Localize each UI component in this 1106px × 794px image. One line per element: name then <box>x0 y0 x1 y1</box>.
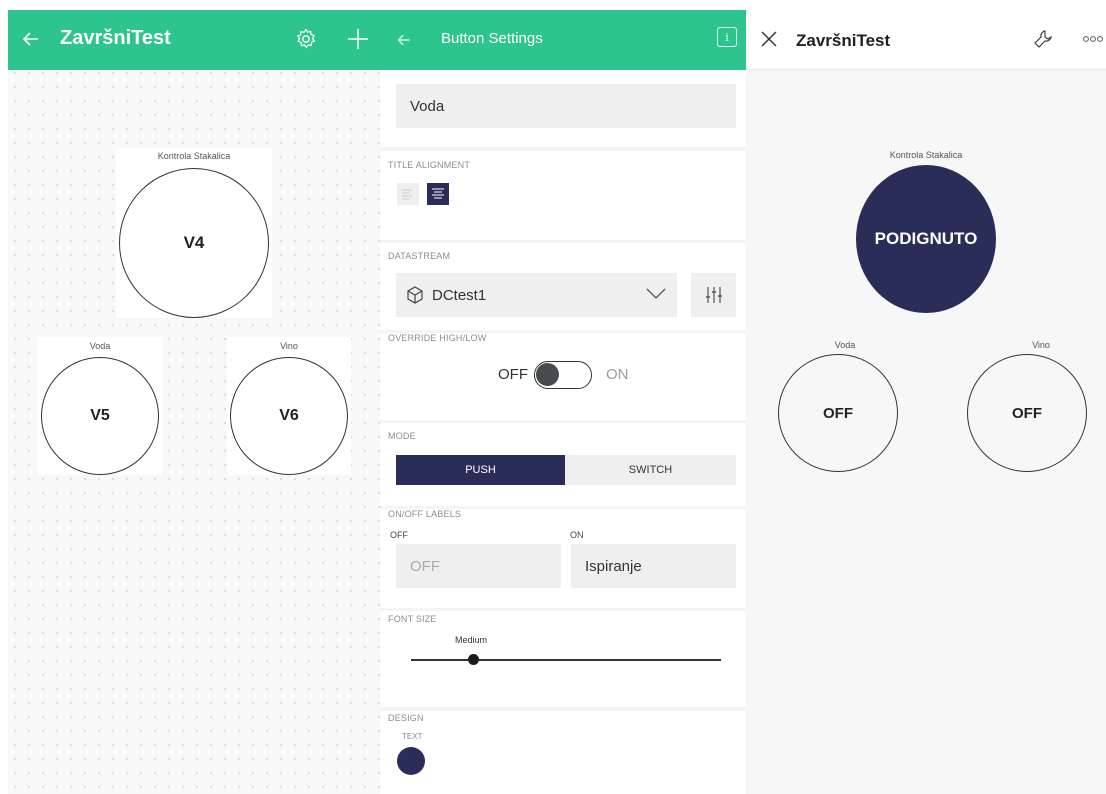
widget-name-input[interactable]: Voda <box>396 84 736 128</box>
dashboard-panel: ZavršniTest Kontrola Stakalica PODIGNUTO… <box>746 10 1106 794</box>
wrench-icon[interactable] <box>1030 26 1056 52</box>
font-size-label: FONT SIZE <box>388 614 437 624</box>
name-section: Voda <box>380 70 746 147</box>
override-on-label: ON <box>606 366 629 383</box>
align-left-button[interactable] <box>397 183 419 205</box>
right-toggle-button[interactable]: OFF <box>967 354 1087 472</box>
big-toggle-button[interactable]: PODIGNUTO <box>856 165 996 313</box>
override-off-label: OFF <box>498 366 528 383</box>
cube-icon <box>407 286 423 304</box>
left-button-label: Voda <box>834 340 856 350</box>
onoff-labels-label: ON/OFF LABELS <box>388 509 462 519</box>
chevron-down-icon <box>646 288 666 299</box>
widget-label: Voda <box>89 341 111 351</box>
editor-app-bar: ZavršniTest <box>8 10 380 70</box>
dashboard-title: ZavršniTest <box>796 31 891 50</box>
toggle-knob <box>536 363 559 386</box>
datastream-label: DATASTREAM <box>388 251 451 261</box>
datastream-dropdown[interactable]: DCtest1 <box>396 273 677 317</box>
mode-label: MODE <box>388 431 416 441</box>
design-text-label: TEXT <box>402 732 423 741</box>
widget-tile-v6[interactable]: Vino V6 <box>227 337 351 475</box>
widget-pin: V6 <box>279 407 299 424</box>
dashboard-top-bar: ZavršniTest <box>746 10 1106 70</box>
datastream-section: DATASTREAM DCtest1 <box>380 243 746 330</box>
big-button-state: PODIGNUTO <box>874 229 978 248</box>
design-label: DESIGN <box>388 713 424 723</box>
mode-push-label: PUSH <box>465 464 496 476</box>
widget-pin: V5 <box>90 407 110 424</box>
widget-name-value: Voda <box>410 97 445 115</box>
onoff-labels-section: ON/OFF LABELS OFF ON OFF Ispiranje <box>380 509 746 608</box>
widget-button-v4[interactable]: V4 <box>119 168 269 318</box>
override-label: OVERRIDE HIGH/LOW <box>388 333 487 343</box>
font-size-section: FONT SIZE Medium <box>380 611 746 707</box>
text-color-swatch[interactable] <box>397 747 425 775</box>
on-caption: ON <box>570 530 584 540</box>
left-toggle-button[interactable]: OFF <box>778 354 898 472</box>
mode-section: MODE PUSH SWITCH <box>380 423 746 506</box>
right-button-state: OFF <box>1012 404 1042 422</box>
widget-label: Vino <box>280 341 298 351</box>
widget-pin: V4 <box>183 233 205 252</box>
sliders-icon <box>705 287 722 303</box>
override-toggle[interactable] <box>534 361 592 389</box>
big-button-label: Kontrola Stakalica <box>889 150 963 160</box>
datastream-settings-button[interactable] <box>691 273 736 317</box>
back-arrow-icon[interactable] <box>392 28 416 52</box>
editor-panel: ZavršniTest Kontrola Stakalica V4 Voda V… <box>8 10 380 794</box>
on-label-input[interactable]: Ispiranje <box>571 544 736 588</box>
mode-switch-label: SWITCH <box>628 464 673 476</box>
settings-app-bar: Button Settings i <box>380 10 746 70</box>
settings-title: Button Settings <box>441 30 543 47</box>
font-size-slider-thumb[interactable] <box>467 654 479 665</box>
widget-button-v5[interactable]: V5 <box>41 357 159 475</box>
on-label-value: Ispiranje <box>585 557 642 575</box>
datastream-value: DCtest1 <box>432 286 487 304</box>
font-size-value: Medium <box>455 635 488 645</box>
design-section: DESIGN TEXT <box>380 711 746 794</box>
off-label-input[interactable]: OFF <box>396 544 561 588</box>
off-caption: OFF <box>390 530 408 540</box>
widget-tile-v4[interactable]: Kontrola Stakalica V4 <box>116 148 272 318</box>
override-section: OVERRIDE HIGH/LOW OFF ON <box>380 333 746 420</box>
plus-icon[interactable] <box>344 25 372 53</box>
editor-title: ZavršniTest <box>60 27 171 49</box>
title-alignment-section: TITLE ALIGNMENT <box>380 151 746 240</box>
back-arrow-icon[interactable] <box>18 26 44 52</box>
title-alignment-label: TITLE ALIGNMENT <box>388 160 471 170</box>
widget-label: Kontrola Stakalica <box>157 151 231 161</box>
mode-push-button[interactable]: PUSH <box>396 455 565 485</box>
close-icon[interactable] <box>758 28 780 50</box>
gear-icon[interactable] <box>292 25 320 53</box>
settings-panel: Button Settings i Voda TITLE ALIGNMENT D… <box>380 10 746 794</box>
info-icon[interactable]: i <box>717 27 737 47</box>
off-label-value: OFF <box>410 557 440 575</box>
mode-switch-button[interactable]: SWITCH <box>565 455 736 485</box>
widget-tile-v5[interactable]: Voda V5 <box>38 337 162 475</box>
left-button-state: OFF <box>823 404 853 422</box>
widget-button-v6[interactable]: V6 <box>230 357 348 475</box>
right-button-label: Vino <box>1032 340 1050 350</box>
font-size-slider-track[interactable] <box>411 659 721 661</box>
more-options-icon[interactable] <box>1082 30 1104 48</box>
align-center-button[interactable] <box>427 183 449 205</box>
